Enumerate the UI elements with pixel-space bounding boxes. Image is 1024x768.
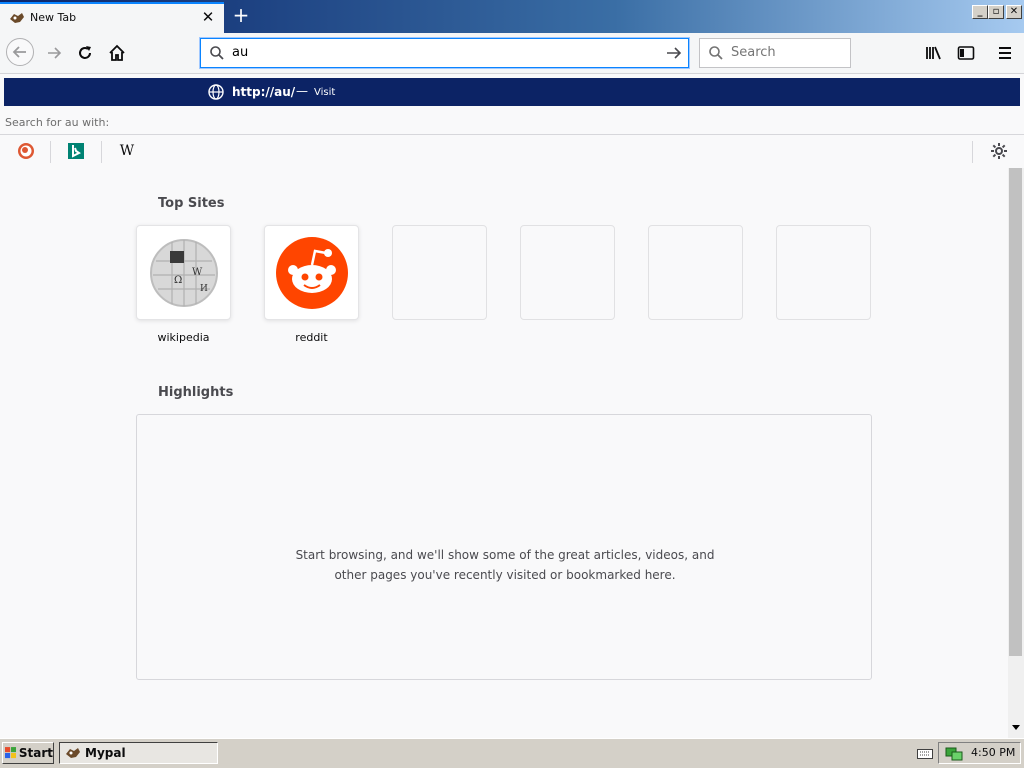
url-suggestions-dropdown: http://au/ — Visit Search for au with: W: [0, 74, 1024, 169]
svg-text:W: W: [192, 267, 203, 278]
reload-icon: [79, 46, 91, 59]
url-input[interactable]: [232, 45, 652, 60]
top-site-tile-empty: [392, 225, 487, 320]
taskbar-item-label: Mypal: [85, 746, 126, 760]
top-site-tile-empty: [776, 225, 871, 320]
top-site-label: reddit: [295, 331, 328, 344]
close-tab-icon[interactable]: ✕: [200, 9, 216, 25]
sidebar-button[interactable]: [952, 39, 980, 67]
divider: [101, 141, 102, 163]
search-icon: [709, 46, 723, 60]
network-icon[interactable]: [945, 745, 963, 761]
minimize-button[interactable]: _: [972, 5, 988, 19]
duckduckgo-icon: [18, 143, 34, 159]
top-site-tile-wikipedia[interactable]: Ω W И: [136, 225, 231, 320]
top-site-tile-empty: [520, 225, 615, 320]
url-bar[interactable]: [200, 38, 689, 68]
menu-button[interactable]: [991, 39, 1019, 67]
library-icon: [926, 46, 941, 60]
highlights-empty-message: Start browsing, and we'll show some of t…: [295, 548, 715, 582]
new-tab-page: Top Sites Ω W И wikipedia reddit Highlig…: [0, 168, 1008, 738]
wikipedia-engine-button[interactable]: W: [117, 141, 137, 161]
bing-icon: [68, 143, 84, 159]
scroll-down-arrow-icon[interactable]: [1012, 725, 1020, 731]
wikipedia-w-icon: W: [119, 143, 135, 159]
tab-new-tab[interactable]: New Tab ✕: [0, 2, 224, 33]
home-icon: [109, 44, 125, 61]
forward-arrow-icon: [48, 47, 62, 59]
mypal-favicon-icon: [10, 13, 24, 23]
visit-url: http://au/: [232, 85, 296, 99]
hamburger-menu-icon: [999, 47, 1011, 59]
visit-label: Visit: [314, 87, 336, 98]
home-button[interactable]: [103, 39, 131, 67]
sidebar-icon: [957, 46, 975, 60]
windows-logo-icon: [5, 747, 17, 759]
start-button[interactable]: Start: [2, 742, 54, 764]
go-arrow-icon[interactable]: [666, 45, 682, 61]
new-tab-button[interactable]: +: [230, 4, 252, 26]
visit-suggestion-row[interactable]: http://au/ — Visit: [4, 78, 1020, 106]
keyboard-icon[interactable]: [917, 747, 933, 759]
globe-icon: [208, 84, 224, 100]
search-settings-button[interactable]: [989, 141, 1009, 161]
svg-text:И: И: [200, 284, 208, 294]
search-input[interactable]: [731, 45, 841, 60]
windows-taskbar: Start Mypal 4:50 PM: [0, 738, 1024, 768]
start-label: Start: [18, 746, 53, 760]
top-sites-title: Top Sites: [158, 196, 225, 211]
bing-engine-button[interactable]: [66, 141, 86, 161]
taskbar-item-mypal[interactable]: Mypal: [59, 742, 218, 764]
top-site-tile-reddit[interactable]: [264, 225, 359, 320]
system-tray: 4:50 PM: [938, 742, 1021, 764]
restore-button[interactable]: ▫: [988, 5, 1004, 19]
reload-button[interactable]: [71, 39, 99, 67]
tab-title: New Tab: [30, 11, 77, 24]
search-bar[interactable]: [699, 38, 851, 68]
close-window-button[interactable]: ✕: [1006, 5, 1022, 19]
mypal-icon: [66, 748, 80, 758]
forward-button[interactable]: [40, 39, 68, 67]
wikipedia-globe-icon: Ω W И: [150, 239, 218, 307]
back-button[interactable]: [6, 38, 34, 66]
search-icon: [210, 46, 224, 60]
navigation-toolbar: [0, 33, 1024, 74]
back-arrow-icon: [12, 46, 26, 58]
search-for-label: Search for au with:: [5, 116, 110, 129]
vertical-scrollbar[interactable]: [1008, 168, 1024, 738]
highlights-title: Highlights: [158, 385, 234, 400]
reddit-icon: [276, 237, 348, 309]
title-bar: New Tab ✕ + _ ▫ ✕: [0, 0, 1024, 33]
library-button[interactable]: [920, 39, 948, 67]
visit-dash: —: [296, 84, 308, 98]
scrollbar-thumb[interactable]: [1009, 168, 1022, 656]
clock: 4:50 PM: [971, 746, 1016, 759]
top-site-label: wikipedia: [157, 331, 210, 344]
duckduckgo-engine-button[interactable]: [16, 141, 36, 161]
one-off-search-engines: W: [0, 135, 1024, 168]
gear-icon: [991, 143, 1007, 159]
svg-text:Ω: Ω: [174, 275, 182, 286]
top-site-tile-empty: [648, 225, 743, 320]
divider: [50, 141, 51, 163]
divider: [972, 141, 973, 163]
highlights-empty-state: Start browsing, and we'll show some of t…: [136, 414, 872, 680]
